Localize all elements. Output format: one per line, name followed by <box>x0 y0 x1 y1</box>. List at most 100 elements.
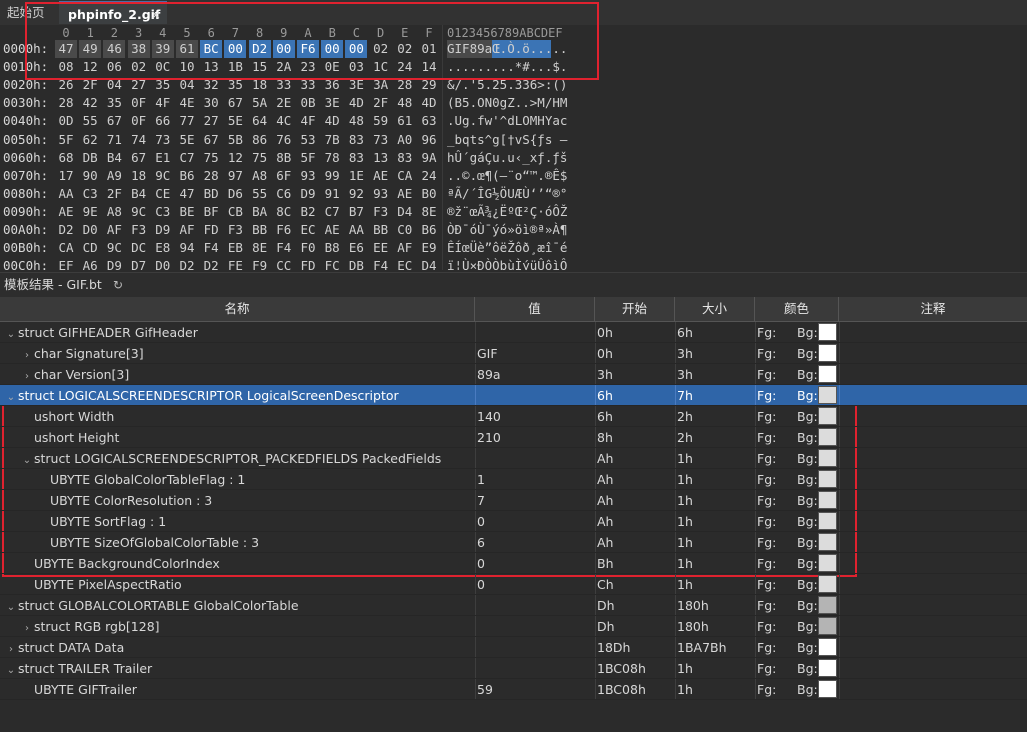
hex-byte[interactable]: AE <box>394 185 416 203</box>
hex-byte[interactable]: 96 <box>418 131 440 149</box>
column-size[interactable]: 大小 <box>675 297 755 321</box>
hex-byte[interactable]: DC <box>128 239 150 257</box>
hex-byte[interactable]: 04 <box>103 76 125 94</box>
hex-byte[interactable]: 06 <box>103 58 125 76</box>
hex-byte[interactable]: C3 <box>79 185 101 203</box>
bg-color-swatch[interactable] <box>818 386 837 404</box>
bg-color-swatch[interactable] <box>818 680 837 698</box>
bg-color-swatch[interactable] <box>818 323 837 341</box>
hex-byte[interactable]: 28 <box>394 76 416 94</box>
template-row[interactable]: ⌄ struct GIFHEADER GifHeader 0h 6h Fg: Bg: <box>0 322 1027 343</box>
hex-byte[interactable]: 67 <box>103 112 125 130</box>
hex-byte[interactable]: 92 <box>345 185 367 203</box>
hex-byte[interactable]: E8 <box>152 239 174 257</box>
chevron-down-icon[interactable]: ⌄ <box>20 450 34 468</box>
hex-byte[interactable]: 17 <box>55 167 77 185</box>
hex-byte[interactable]: 0E <box>321 58 343 76</box>
hex-byte[interactable]: 46 <box>103 40 126 58</box>
hex-byte[interactable]: 83 <box>345 149 367 167</box>
hex-ascii[interactable]: GIF89aŒ.Ò.ö..... <box>447 40 568 58</box>
hex-byte[interactable]: 66 <box>152 112 174 130</box>
template-row[interactable]: ⌄ struct LOGICALSCREENDESCRIPTOR LogicalS… <box>0 385 1027 406</box>
hex-byte[interactable]: 3A <box>370 76 392 94</box>
hex-byte[interactable]: 77 <box>176 112 198 130</box>
chevron-down-icon[interactable]: ⌄ <box>4 324 18 342</box>
hex-ascii[interactable]: ..©.œ¶(—¨o“™.®Ê$ <box>447 167 567 185</box>
bg-color-swatch[interactable] <box>818 596 837 614</box>
hex-byte[interactable]: 9C <box>128 203 150 221</box>
bg-color-swatch[interactable] <box>818 491 837 509</box>
hex-byte[interactable]: 59 <box>370 112 392 130</box>
hex-byte[interactable]: 30 <box>200 94 222 112</box>
hex-byte[interactable]: 03 <box>345 58 367 76</box>
hex-byte[interactable]: 90 <box>79 167 101 185</box>
hex-byte[interactable]: A8 <box>103 203 125 221</box>
chevron-right-icon[interactable]: › <box>20 345 34 363</box>
hex-byte[interactable]: D0 <box>79 221 101 239</box>
hex-byte[interactable]: 3E <box>321 94 343 112</box>
hex-byte[interactable]: B8 <box>321 239 343 257</box>
hex-byte[interactable]: D4 <box>418 257 440 270</box>
hex-byte[interactable]: DB <box>79 149 101 167</box>
bg-color-swatch[interactable] <box>818 617 837 635</box>
hex-byte[interactable]: 5B <box>224 131 246 149</box>
hex-byte[interactable]: 4D <box>321 112 343 130</box>
hex-byte[interactable]: EC <box>297 221 319 239</box>
hex-byte[interactable]: 00 <box>272 40 295 58</box>
hex-byte[interactable]: 8E <box>249 239 271 257</box>
refresh-icon[interactable]: ↻ <box>113 273 123 297</box>
hex-byte[interactable]: D9 <box>152 221 174 239</box>
hex-byte[interactable]: 83 <box>394 149 416 167</box>
hex-byte[interactable]: F6 <box>273 221 295 239</box>
hex-byte[interactable]: AF <box>176 221 198 239</box>
hex-byte[interactable]: 38 <box>127 40 150 58</box>
hex-byte[interactable]: CA <box>394 167 416 185</box>
bg-color-swatch[interactable] <box>818 512 837 530</box>
hex-byte[interactable]: 68 <box>55 149 77 167</box>
hex-row[interactable]: 00A0h: D2 D0 AF F3 D9 AF FD F3 BB F6 EC AE AA BB C0 B6 ÒÐ… <box>0 221 1027 239</box>
column-note[interactable]: 注释 <box>839 297 1027 321</box>
hex-byte[interactable]: 2F <box>370 94 392 112</box>
hex-byte[interactable]: B7 <box>345 203 367 221</box>
bg-color-swatch[interactable] <box>818 470 837 488</box>
hex-byte[interactable]: D9 <box>297 185 319 203</box>
hex-byte[interactable]: EC <box>394 257 416 270</box>
column-start[interactable]: 开始 <box>595 297 675 321</box>
chevron-right-icon[interactable]: › <box>20 618 34 636</box>
hex-byte[interactable]: 86 <box>249 131 271 149</box>
hex-byte[interactable]: 76 <box>273 131 295 149</box>
bg-color-swatch[interactable] <box>818 533 837 551</box>
hex-byte[interactable]: EF <box>55 257 77 270</box>
hex-row[interactable]: 0090h: AE 9E A8 9C C3 BE BF CB BA 8C B2 C7 B7 F3 D4 8E ®ž… <box>0 203 1027 221</box>
hex-byte[interactable]: 47 <box>176 185 198 203</box>
hex-byte[interactable]: 00 <box>345 40 368 58</box>
hex-byte[interactable]: 36 <box>321 76 343 94</box>
hex-byte[interactable]: 15 <box>249 58 271 76</box>
bg-color-swatch[interactable] <box>818 554 837 572</box>
hex-byte[interactable]: 4F <box>297 112 319 130</box>
hex-byte[interactable]: 29 <box>418 76 440 94</box>
hex-byte[interactable]: 6F <box>273 167 295 185</box>
hex-byte[interactable]: 23 <box>297 58 319 76</box>
template-row[interactable]: ⌄ struct TRAILER Trailer 1BC08h 1h Fg: Bg: <box>0 658 1027 679</box>
hex-byte[interactable]: BC <box>200 40 223 58</box>
hex-byte[interactable]: B2 <box>297 203 319 221</box>
hex-byte[interactable]: 28 <box>200 167 222 185</box>
hex-byte[interactable]: C0 <box>394 221 416 239</box>
hex-byte[interactable]: 0B <box>297 94 319 112</box>
bg-color-swatch[interactable] <box>818 344 837 362</box>
hex-byte[interactable]: 8E <box>418 203 440 221</box>
hex-byte[interactable]: 32 <box>200 76 222 94</box>
template-row[interactable]: UBYTE GIFTrailer 59 1BC08h 1h Fg: Bg: <box>0 679 1027 700</box>
hex-byte[interactable]: 73 <box>370 131 392 149</box>
hex-byte[interactable]: 55 <box>249 185 271 203</box>
hex-byte[interactable]: 49 <box>79 40 102 58</box>
hex-byte[interactable]: 0F <box>128 112 150 130</box>
template-row[interactable]: › char Signature[3] GIF 0h 3h Fg: Bg: <box>0 343 1027 364</box>
hex-byte[interactable]: 4C <box>273 112 295 130</box>
hex-byte[interactable]: AA <box>55 185 77 203</box>
chevron-down-icon[interactable]: ⌄ <box>4 660 18 678</box>
hex-byte[interactable]: AF <box>103 221 125 239</box>
template-row[interactable]: UBYTE BackgroundColorIndex 0 Bh 1h Fg: Bg: <box>0 553 1027 574</box>
hex-byte[interactable]: 67 <box>200 131 222 149</box>
